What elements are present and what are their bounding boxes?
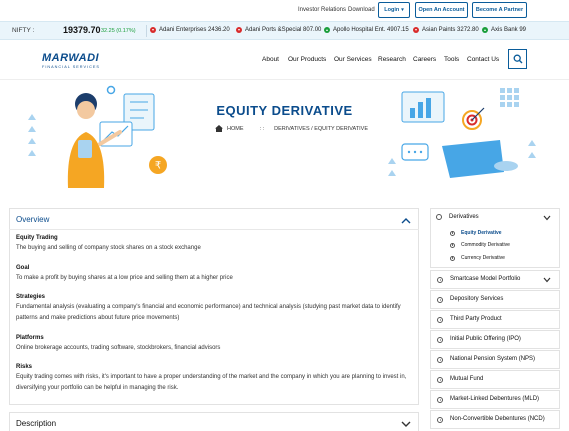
sidebar-item-mld[interactable]: Market-Linked Debentures (MLD) <box>430 390 560 409</box>
arrow-circle-icon <box>436 214 442 220</box>
section-title: Goal <box>16 265 30 271</box>
section-text: The buying and selling of company stock … <box>16 245 201 251</box>
section-text: Online brokerage accounts, trading softw… <box>16 345 221 351</box>
arrow-circle-icon <box>437 357 443 363</box>
section-text: Fundamental analysis (evaluating a compa… <box>16 304 401 321</box>
chevron-down-icon <box>543 277 551 283</box>
nav-about[interactable]: About <box>262 56 279 63</box>
description-panel[interactable] <box>9 412 419 431</box>
investor-relations-link[interactable]: Investor Relations <box>298 7 346 13</box>
download-link[interactable]: Download <box>348 7 375 13</box>
arrow-circle-icon <box>437 337 443 343</box>
sidebar-subitem-equity-derivative[interactable]: Equity Derivative <box>450 230 502 236</box>
chevron-up-icon[interactable] <box>401 217 411 224</box>
login-button[interactable]: Login ▾ <box>378 2 410 18</box>
breadcrumb-path: DERIVATIVES / EQUITY DERIVATIVE <box>274 125 369 132</box>
nifty-value: 19379.70 <box>63 25 101 35</box>
arrow-circle-icon <box>437 317 443 323</box>
sidebar-item-ncd[interactable]: Non-Convertible Debentures (NCD) <box>430 410 560 429</box>
sidebar-item-depository[interactable]: Depository Services <box>430 290 560 309</box>
nav-research[interactable]: Research <box>378 56 406 63</box>
sidebar-item-label: Smartcase Model Portfolio <box>450 276 521 282</box>
description-heading[interactable]: Description <box>16 419 56 428</box>
nav-our-products[interactable]: Our Products <box>288 56 326 63</box>
up-arrow-icon <box>324 27 330 33</box>
sidebar-item-smartcase[interactable]: Smartcase Model Portfolio <box>430 270 560 289</box>
sidebar-item-derivatives[interactable]: Derivatives <box>449 214 479 220</box>
chevron-down-icon: ▾ <box>401 7 404 13</box>
overview-heading[interactable]: Overview <box>16 215 49 224</box>
section-title: Equity Trading <box>16 235 58 241</box>
breadcrumb: HOME : : DERIVATIVES / EQUITY DERIVATIVE <box>215 125 368 132</box>
logo-name: MARWADI <box>42 52 100 64</box>
search-button[interactable] <box>508 49 527 69</box>
down-arrow-icon <box>150 27 156 33</box>
down-arrow-icon <box>413 27 419 33</box>
sidebar-subitem-currency-derivative[interactable]: Currency Derivative <box>450 255 505 261</box>
nav-contact-us[interactable]: Contact Us <box>467 56 499 63</box>
arrow-circle-icon <box>437 417 443 423</box>
nav-tools[interactable]: Tools <box>444 56 459 63</box>
logo-tagline: FINANCIAL SERVICES <box>42 65 100 69</box>
divider <box>9 229 419 230</box>
hero-banner: ₹ EQUITY DERIVATIVE HOME : : DERIVATIVES… <box>0 80 569 198</box>
section-title: Platforms <box>16 335 44 341</box>
ticker-item[interactable]: Adani Ports &Special 807.00 <box>236 27 321 33</box>
section-title: Strategies <box>16 294 46 300</box>
login-label: Login <box>384 7 400 13</box>
home-icon <box>215 125 223 132</box>
site-header: MARWADI FINANCIAL SERVICES About Our Pro… <box>0 40 569 80</box>
nav-careers[interactable]: Careers <box>413 56 436 63</box>
section-text: Equity trading comes with risks, it's im… <box>16 374 407 391</box>
sidebar-item-mutual-fund[interactable]: Mutual Fund <box>430 370 560 389</box>
arrow-circle-icon <box>437 277 443 283</box>
section-title: Risks <box>16 364 33 370</box>
chevron-down-icon[interactable] <box>543 215 551 221</box>
ticker-item[interactable]: Asian Paints 3272.80 <box>413 27 479 33</box>
open-account-button[interactable]: Open An Account <box>415 2 468 18</box>
radio-icon <box>450 242 455 248</box>
svg-text:₹: ₹ <box>155 161 161 172</box>
search-icon <box>513 54 522 64</box>
arrow-circle-icon <box>437 297 443 303</box>
chevron-down-icon[interactable] <box>401 421 411 428</box>
arrow-circle-icon <box>437 377 443 383</box>
ticker-item[interactable]: Axis Bank 99 <box>482 27 526 33</box>
nifty-label: NIFTY : <box>12 27 35 34</box>
ticker-item[interactable]: Adani Enterprises 2436.20 <box>150 27 230 33</box>
sidebar-item-nps[interactable]: National Pension System (NPS) <box>430 350 560 369</box>
trader-illustration: ₹ <box>28 85 167 188</box>
company-logo[interactable]: MARWADI FINANCIAL SERVICES <box>42 52 100 69</box>
up-arrow-icon <box>482 27 488 33</box>
ticker-divider <box>146 25 147 37</box>
sidebar-item-third-party[interactable]: Third Party Product <box>430 310 560 329</box>
breadcrumb-separator: : : <box>259 125 265 132</box>
sidebar-subitem-commodity-derivative[interactable]: Commodity Derivative <box>450 242 510 248</box>
sidebar-item-ipo[interactable]: Initial Public Offering (IPO) <box>430 330 560 349</box>
section-text: To make a profit by buying shares at a l… <box>16 275 233 281</box>
become-partner-button[interactable]: Become A Partner <box>472 2 527 18</box>
breadcrumb-home[interactable]: HOME <box>227 126 244 132</box>
top-utility-bar: Investor Relations Download Login ▾ Open… <box>0 0 569 20</box>
nav-our-services[interactable]: Our Services <box>334 56 372 63</box>
down-arrow-icon <box>236 27 242 33</box>
nifty-change: 32.25 (0.17%) <box>101 28 136 34</box>
radio-icon <box>450 255 455 261</box>
market-ticker: NIFTY : 19379.70 32.25 (0.17%) Adani Ent… <box>0 21 569 40</box>
analytics-illustration <box>388 88 536 178</box>
ticker-item[interactable]: Apollo Hospital Ent. 4907.15 <box>324 27 409 33</box>
radio-icon <box>450 230 455 236</box>
arrow-circle-icon <box>437 397 443 403</box>
